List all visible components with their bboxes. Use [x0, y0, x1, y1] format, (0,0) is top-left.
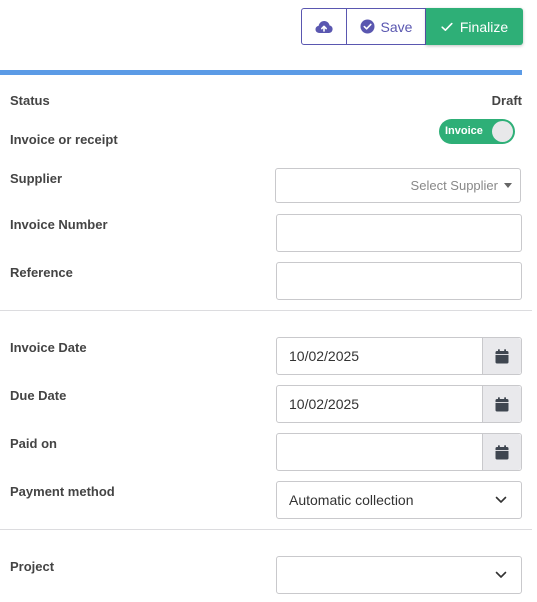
- invoice-number-label: Invoice Number: [10, 217, 108, 232]
- calendar-icon: [495, 348, 509, 363]
- check-circle-icon: [360, 19, 375, 34]
- paid-on-calendar-button[interactable]: [482, 434, 521, 470]
- toolbar: Save Finalize: [301, 8, 523, 45]
- payment-method-select[interactable]: Automatic collection: [276, 481, 522, 519]
- calendar-icon: [495, 444, 509, 459]
- caret-down-icon: [504, 183, 512, 188]
- invoice-number-input[interactable]: [276, 214, 522, 252]
- header-divider-bar: [0, 70, 522, 75]
- check-icon: [441, 22, 453, 31]
- save-label: Save: [380, 18, 413, 35]
- finalize-button[interactable]: Finalize: [426, 8, 523, 45]
- payment-method-label: Payment method: [10, 484, 115, 499]
- project-select[interactable]: [276, 556, 522, 594]
- due-date-calendar-button[interactable]: [482, 386, 521, 422]
- chevron-down-icon: [495, 496, 507, 503]
- invoice-or-receipt-label: Invoice or receipt: [10, 132, 118, 147]
- invoice-receipt-toggle[interactable]: Invoice: [439, 119, 515, 144]
- due-date-input[interactable]: 10/02/2025: [276, 385, 522, 423]
- finalize-label: Finalize: [459, 18, 509, 35]
- due-date-value: 10/02/2025: [289, 396, 360, 412]
- save-button[interactable]: Save: [347, 8, 426, 45]
- status-label: Status: [10, 93, 50, 108]
- supplier-select[interactable]: Select Supplier: [275, 168, 521, 203]
- toggle-knob: [492, 121, 513, 142]
- invoice-date-label: Invoice Date: [10, 340, 87, 355]
- paid-on-label: Paid on: [10, 436, 57, 451]
- toggle-label: Invoice: [445, 125, 483, 137]
- supplier-label: Supplier: [10, 171, 63, 186]
- invoice-date-input[interactable]: 10/02/2025: [276, 337, 522, 375]
- due-date-label: Due Date: [10, 388, 67, 403]
- reference-input[interactable]: [276, 262, 522, 300]
- section-divider: [0, 310, 532, 311]
- section-divider: [0, 529, 532, 530]
- upload-button[interactable]: [301, 8, 347, 45]
- chevron-down-icon: [495, 571, 507, 578]
- status-value: Draft: [491, 93, 522, 108]
- project-label: Project: [10, 559, 55, 574]
- reference-label: Reference: [10, 265, 73, 280]
- paid-on-input[interactable]: [276, 433, 522, 471]
- invoice-date-value: 10/02/2025: [289, 348, 360, 364]
- payment-method-value: Automatic collection: [289, 492, 414, 508]
- invoice-date-calendar-button[interactable]: [482, 338, 521, 374]
- calendar-icon: [495, 396, 509, 411]
- supplier-placeholder: Select Supplier: [410, 178, 498, 193]
- cloud-upload-icon: [315, 20, 333, 33]
